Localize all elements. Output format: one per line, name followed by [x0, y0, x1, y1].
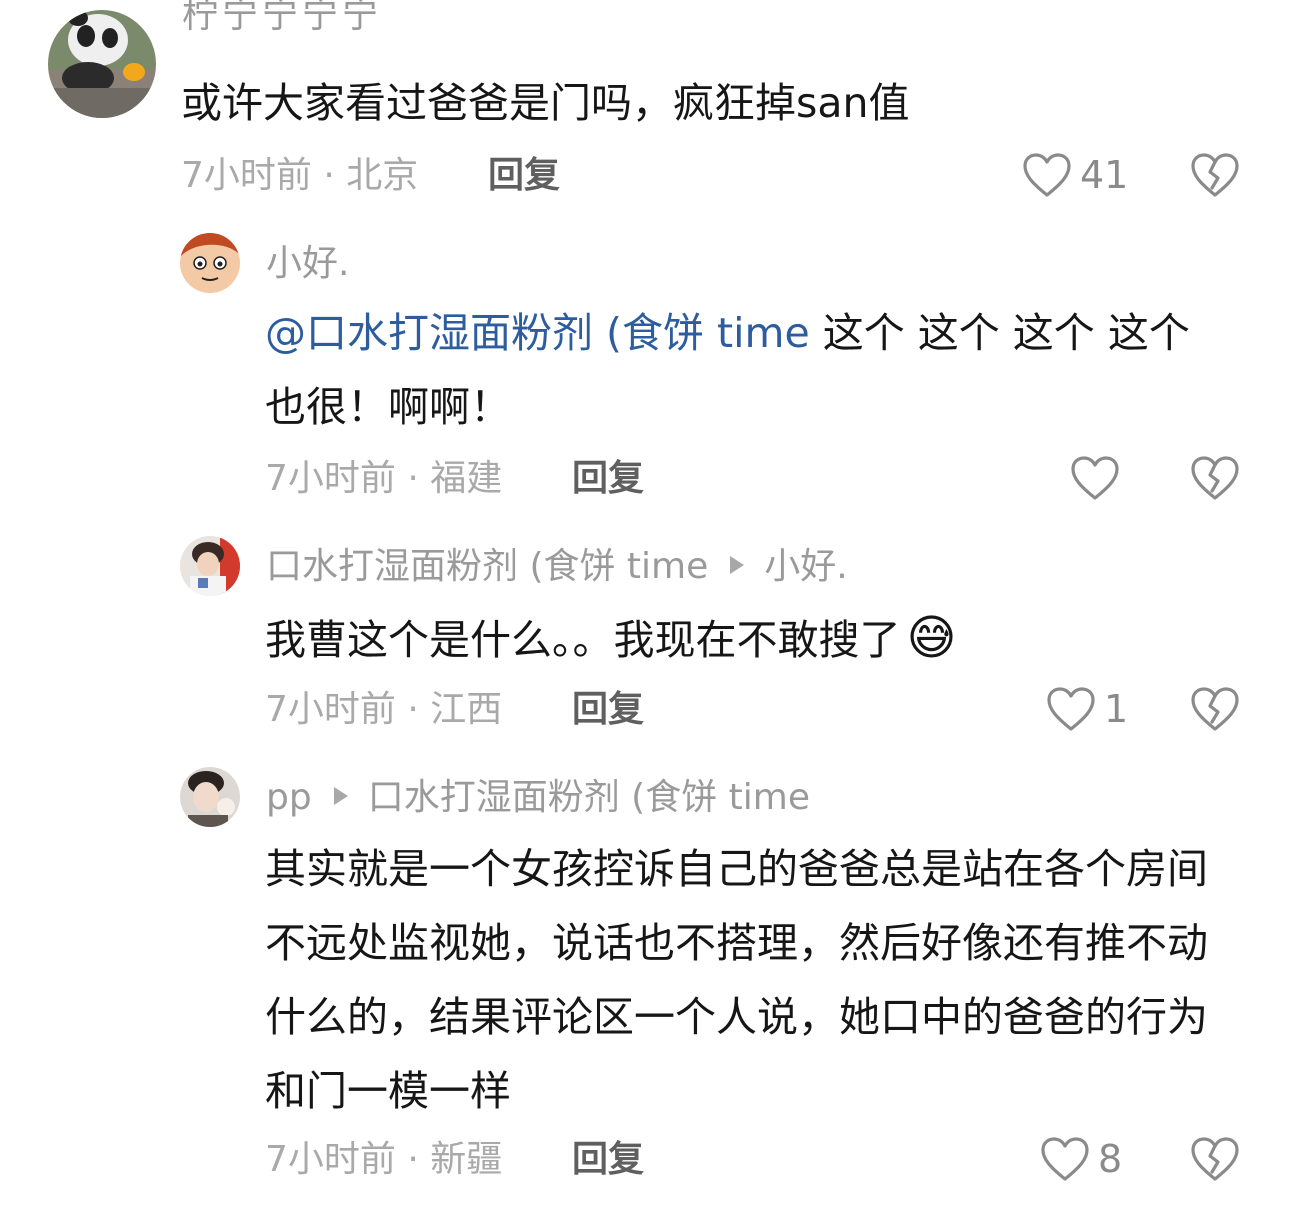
comment-text: 我曹这个是什么。。我现在不敢搜了 😅	[265, 610, 957, 666]
dislike-button[interactable]	[1190, 1136, 1240, 1186]
comment-text: 或许大家看过爸爸是门吗，疯狂掉san值	[181, 79, 910, 127]
comment-meta: 7小时前 · 江西	[265, 689, 503, 730]
comment-text: 其实就是一个女孩控诉自己的爸爸总是站在各个房间不远处监视她，说话也不搭理，然后好…	[265, 845, 1208, 1115]
comment-meta: 7小时前 · 新疆	[265, 1139, 503, 1180]
broken-heart-icon	[1190, 456, 1240, 505]
heart-icon	[1070, 455, 1120, 501]
dislike-button[interactable]	[1190, 686, 1240, 736]
comment-username[interactable]: 口水打湿面粉剂 (食饼 time 小好.	[266, 549, 848, 585]
reply-button[interactable]: 回复	[488, 158, 560, 194]
reply-to-username[interactable]: 小好.	[764, 546, 847, 587]
reply-to-username[interactable]: 口水打湿面粉剂 (食饼 time	[368, 777, 810, 818]
dislike-button[interactable]	[1190, 152, 1240, 202]
comment-username[interactable]: 柠宁宁宁宁	[182, 0, 382, 46]
like-count: 1	[1104, 687, 1129, 731]
reply-arrow-icon	[730, 556, 745, 574]
mention-link[interactable]: @口水打湿面粉剂 (食饼 time	[265, 309, 810, 357]
comment-meta: 7小时前 · 北京	[181, 155, 419, 196]
like-count: 8	[1098, 1137, 1123, 1181]
heart-icon	[1046, 686, 1096, 732]
comment-text: @口水打湿面粉剂 (食饼 time 这个 这个 这个 这个也很！啊啊！	[265, 309, 1190, 431]
dislike-button[interactable]	[1190, 455, 1240, 505]
reply-button[interactable]: 回复	[572, 1142, 644, 1178]
reply-arrow-icon	[333, 787, 348, 805]
grin-sweat-emoji: 😅	[906, 610, 957, 666]
reply-button[interactable]: 回复	[572, 461, 644, 497]
like-button[interactable]: 1	[1046, 686, 1128, 732]
avatar-photo[interactable]	[180, 767, 240, 827]
avatar-panda[interactable]	[48, 10, 156, 118]
heart-icon	[1022, 152, 1072, 198]
reply-button[interactable]: 回复	[572, 692, 644, 728]
like-button[interactable]	[1070, 455, 1120, 501]
comment-username[interactable]: pp 口水打湿面粉剂 (食饼 time	[266, 780, 810, 816]
heart-icon	[1040, 1136, 1090, 1182]
avatar-photo[interactable]	[180, 536, 240, 596]
broken-heart-icon	[1190, 687, 1240, 736]
broken-heart-icon	[1190, 1137, 1240, 1186]
broken-heart-icon	[1190, 153, 1240, 202]
comment-meta: 7小时前 · 福建	[265, 458, 503, 499]
like-button[interactable]: 41	[1022, 152, 1128, 198]
like-count: 41	[1080, 153, 1129, 197]
avatar-cartoon-face[interactable]	[180, 233, 240, 293]
comment-username[interactable]: 小好.	[266, 246, 349, 282]
like-button[interactable]: 8	[1040, 1136, 1122, 1182]
